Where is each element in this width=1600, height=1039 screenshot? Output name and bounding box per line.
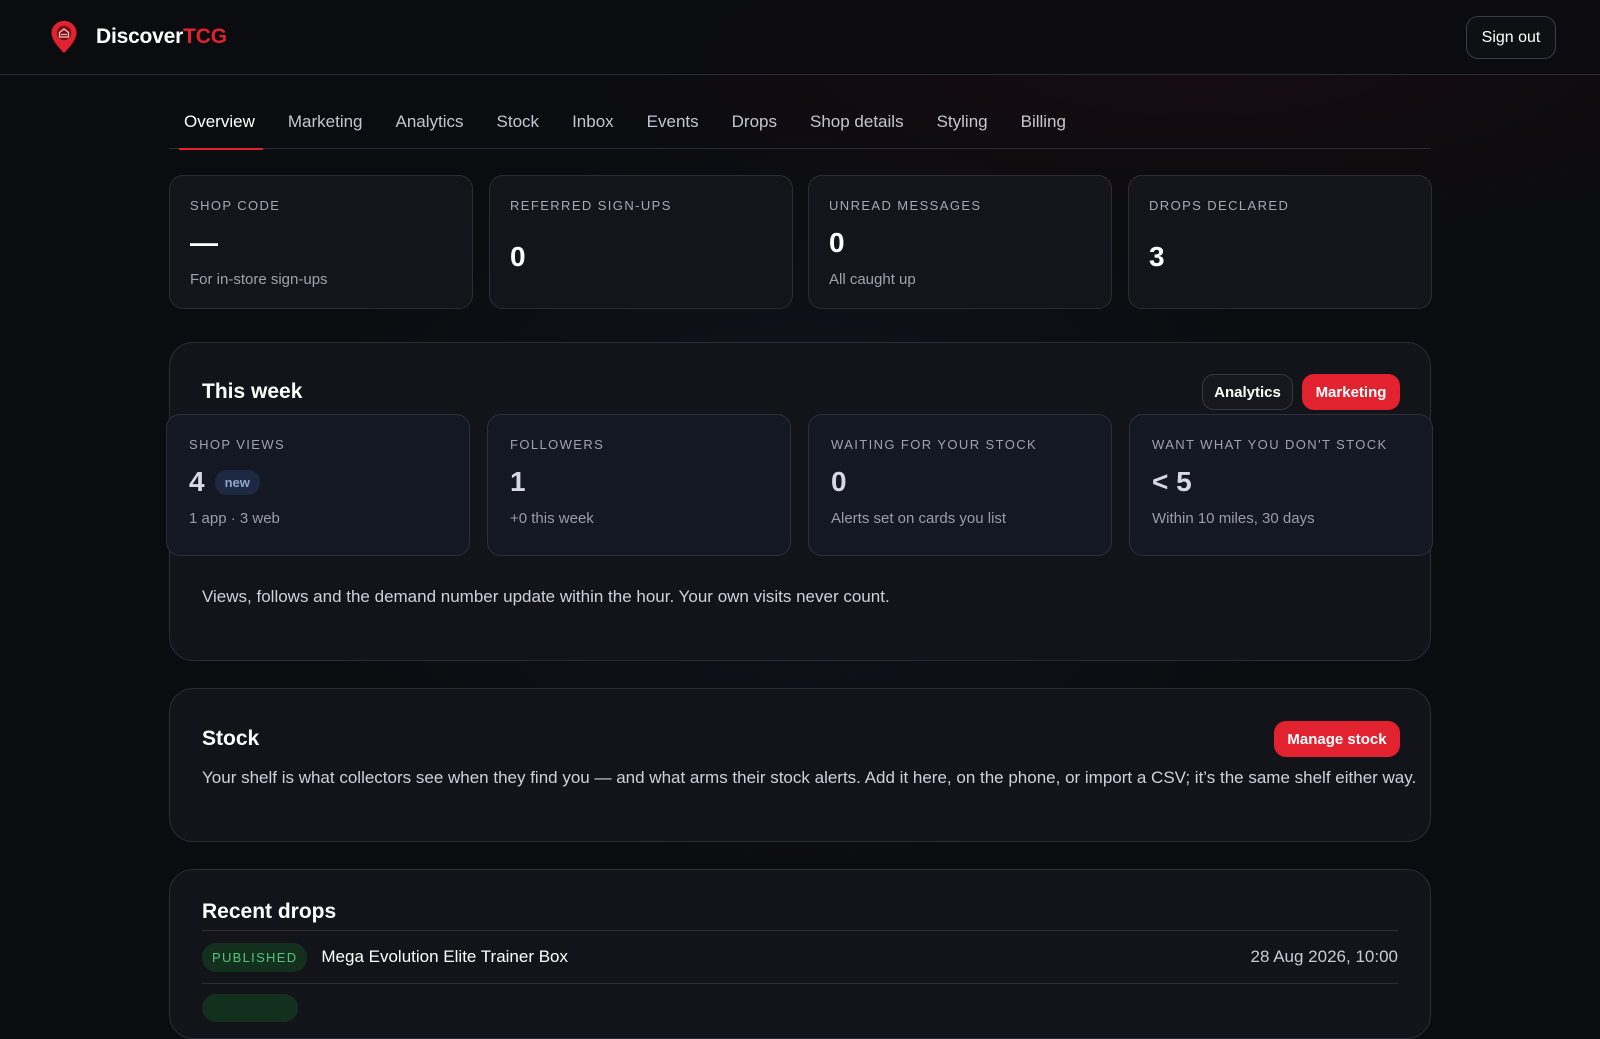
status-badge: PUBLISHED <box>202 942 308 972</box>
new-badge: new <box>214 469 260 495</box>
stat-card-shop-code: SHOP CODE — For in-store sign-ups <box>169 175 473 309</box>
stat-label: REFERRED SIGN-UPS <box>510 198 672 213</box>
tab-inbox[interactable]: Inbox <box>557 100 632 149</box>
metric-value-row: 4 new <box>189 466 447 498</box>
metric-sub: Within 10 miles, 30 days <box>1152 510 1315 527</box>
drop-row[interactable]: PUBLISHED Mega Evolution Elite Trainer B… <box>202 931 1398 983</box>
metric-sub: +0 this week <box>510 510 594 527</box>
map-pin-icon <box>51 21 77 53</box>
stat-sub: All caught up <box>829 271 916 288</box>
recent-drops-title: Recent drops <box>202 900 337 923</box>
stat-card-unread-messages: UNREAD MESSAGES 0 All caught up <box>808 175 1112 309</box>
brand-logo[interactable]: DiscoverTCG <box>50 20 227 54</box>
stat-sub: For in-store sign-ups <box>190 271 328 288</box>
manage-stock-button[interactable]: Manage stock <box>1274 721 1400 757</box>
sign-out-button[interactable]: Sign out <box>1466 16 1556 59</box>
metric-sub: Alerts set on cards you list <box>831 510 1007 527</box>
metric-label: WANT WHAT YOU DON'T STOCK <box>1152 437 1388 452</box>
metric-value: < 5 <box>1152 466 1192 497</box>
metric-label: WAITING FOR YOUR STOCK <box>831 437 1038 452</box>
stock-title: Stock <box>202 727 260 750</box>
drop-date: 28 Aug 2026, 10:00 <box>1250 947 1398 966</box>
tab-events[interactable]: Events <box>632 100 717 149</box>
this-week-note: Views, follows and the demand number upd… <box>202 587 890 606</box>
stat-label: SHOP CODE <box>190 198 281 213</box>
stat-value: — <box>190 227 218 258</box>
metric-card-waiting-for-stock: WAITING FOR YOUR STOCK 0 Alerts set on c… <box>808 414 1112 556</box>
metric-card-followers: FOLLOWERS 1 +0 this week <box>487 414 791 556</box>
marketing-button[interactable]: Marketing <box>1302 374 1400 410</box>
drop-name: Mega Evolution Elite Trainer Box <box>321 947 569 966</box>
status-badge-partial <box>202 994 298 1022</box>
top-bar: DiscoverTCG Sign out <box>0 0 1600 75</box>
metric-value: 1 <box>510 466 526 497</box>
tab-overview[interactable]: Overview <box>169 100 273 150</box>
tab-stock[interactable]: Stock <box>482 100 558 149</box>
brand-name-part1: Discover <box>96 25 184 48</box>
stat-label: UNREAD MESSAGES <box>829 198 982 213</box>
tab-marketing[interactable]: Marketing <box>273 100 381 149</box>
stat-card-drops-declared: DROPS DECLARED 3 <box>1128 175 1432 309</box>
drops-divider <box>202 983 1398 984</box>
tab-analytics[interactable]: Analytics <box>381 100 482 149</box>
tab-billing[interactable]: Billing <box>1006 100 1084 149</box>
metric-card-unmet-demand: WANT WHAT YOU DON'T STOCK < 5 Within 10 … <box>1129 414 1433 556</box>
analytics-button[interactable]: Analytics <box>1202 374 1293 410</box>
metric-value: 0 <box>831 466 847 497</box>
stock-description: Your shelf is what collectors see when t… <box>202 768 1417 787</box>
brand-name: DiscoverTCG <box>96 25 227 49</box>
stat-value: 3 <box>1149 241 1165 272</box>
metric-label: FOLLOWERS <box>510 437 605 452</box>
metric-label: SHOP VIEWS <box>189 437 286 452</box>
this-week-title: This week <box>202 380 303 403</box>
tab-shop-details[interactable]: Shop details <box>795 100 922 149</box>
metric-value: 4 <box>189 466 205 497</box>
metric-value-row: < 5 <box>1152 466 1410 498</box>
stat-card-referred-sign-ups: REFERRED SIGN-UPS 0 <box>489 175 793 309</box>
stat-value: 0 <box>510 241 526 272</box>
stat-label: DROPS DECLARED <box>1149 198 1290 213</box>
main-tabs: Overview Marketing Analytics Stock Inbox… <box>169 100 1431 150</box>
tab-drops[interactable]: Drops <box>717 100 795 149</box>
stat-value: 0 <box>829 227 845 258</box>
brand-name-part2: TCG <box>183 25 227 48</box>
metric-card-shop-views: SHOP VIEWS 4 new 1 app · 3 web <box>166 414 470 556</box>
metric-value-row: 1 <box>510 466 768 498</box>
stock-panel: Stock Manage stock Your shelf is what co… <box>169 688 1431 842</box>
tab-styling[interactable]: Styling <box>922 100 1006 149</box>
metric-value-row: 0 <box>831 466 1089 498</box>
recent-drops-panel: Recent drops PUBLISHED Mega Evolution El… <box>169 869 1431 1039</box>
metric-sub: 1 app · 3 web <box>189 510 280 527</box>
